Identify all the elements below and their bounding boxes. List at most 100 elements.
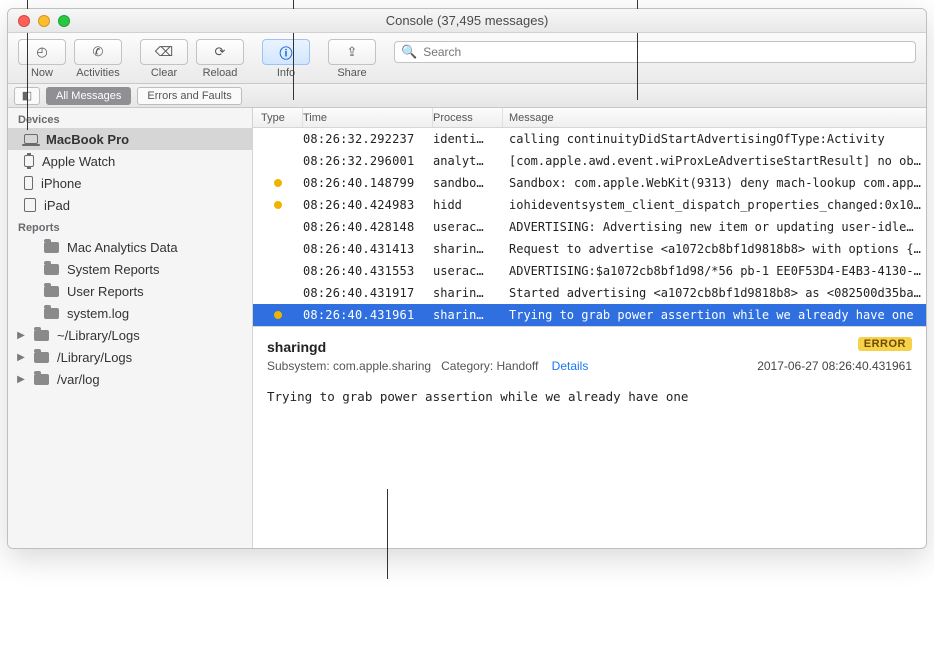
row-time: 08:26:32.292237 (303, 132, 433, 146)
row-process: userac… (433, 220, 503, 234)
details-link[interactable]: Details (552, 359, 589, 373)
row-time: 08:26:40.431917 (303, 286, 433, 300)
row-message: ADVERTISING:$a1072cb8bf1d98/*56 pb-1 EE0… (503, 264, 926, 278)
activities-icon: ✆ (93, 44, 104, 60)
device-label: Apple Watch (42, 154, 115, 169)
report-label: /var/log (57, 372, 100, 387)
row-process: sandbo… (433, 176, 503, 190)
row-process: identi… (433, 132, 503, 146)
now-button[interactable]: ◴ Now (18, 39, 66, 79)
fault-dot-icon (274, 201, 282, 209)
laptop-icon (24, 134, 38, 144)
sidebar-device-watch[interactable]: Apple Watch (8, 150, 252, 172)
fault-dot-icon (274, 311, 282, 319)
row-message: Request to advertise <a1072cb8bf1d9818b8… (503, 242, 926, 256)
clear-icon: ⌫ (155, 44, 173, 60)
row-message: calling continuityDidStartAdvertisingOfT… (503, 132, 926, 146)
row-message: Trying to grab power assertion while we … (503, 308, 926, 322)
disclosure-icon[interactable]: ▶ (16, 352, 26, 363)
reload-icon: ⟳ (215, 44, 226, 60)
folder-icon (44, 264, 59, 275)
report-label: User Reports (67, 284, 144, 299)
row-message: ADVERTISING: Advertising new item or upd… (503, 220, 926, 234)
log-row[interactable]: 08:26:40.428148userac…ADVERTISING: Adver… (253, 216, 926, 238)
filter-bar: ◧ All Messages Errors and Faults (8, 84, 926, 108)
activities-label: Activities (76, 67, 119, 79)
info-button[interactable]: ⓘ Info (262, 39, 310, 79)
row-process: sharin… (433, 242, 503, 256)
console-window: Console (37,495 messages) ◴ Now ✆ Activi… (7, 8, 927, 549)
log-row[interactable]: 08:26:40.431413sharin…Request to adverti… (253, 238, 926, 260)
row-message: iohideventsystem_client_dispatch_propert… (503, 198, 926, 212)
clock-icon: ◴ (36, 44, 47, 60)
row-message: Sandbox: com.apple.WebKit(9313) deny mac… (503, 176, 926, 190)
phone-icon (24, 176, 33, 190)
row-time: 08:26:32.296001 (303, 154, 433, 168)
row-process: sharin… (433, 286, 503, 300)
device-label: iPad (44, 198, 70, 213)
report-label: System Reports (67, 262, 159, 277)
window-title: Console (37,495 messages) (8, 13, 926, 28)
log-rows: 08:26:32.292237identi…calling continuity… (253, 128, 926, 326)
sidebar-report-system[interactable]: System Reports (8, 258, 252, 280)
share-button[interactable]: ⇪ Share (328, 39, 376, 79)
folder-icon (44, 242, 59, 253)
activities-button[interactable]: ✆ Activities (74, 39, 122, 79)
category-key: Category: (441, 359, 493, 373)
now-label: Now (31, 67, 53, 79)
sidebar-report-lib[interactable]: ▶ /Library/Logs (8, 346, 252, 368)
col-process[interactable]: Process (433, 108, 503, 127)
search-field[interactable]: 🔍 (394, 41, 916, 63)
search-input[interactable] (423, 45, 909, 59)
sidebar-device-ipad[interactable]: iPad (8, 194, 252, 216)
row-message: Started advertising <a1072cb8bf1d9818b8>… (503, 286, 926, 300)
category-value: Handoff (497, 359, 539, 373)
report-label: Mac Analytics Data (67, 240, 178, 255)
log-row[interactable]: 08:26:40.431961sharin…Trying to grab pow… (253, 304, 926, 326)
device-label: MacBook Pro (46, 132, 129, 147)
clear-button[interactable]: ⌫ Clear (140, 39, 188, 79)
row-time: 08:26:40.431413 (303, 242, 433, 256)
reload-button[interactable]: ⟳ Reload (196, 39, 244, 79)
report-label: ~/Library/Logs (57, 328, 140, 343)
sidebar-device-iphone[interactable]: iPhone (8, 172, 252, 194)
detail-process: sharingd (267, 339, 912, 355)
log-panel: Type Time Process Message 08:26:32.29223… (253, 108, 926, 548)
subsystem-key: Subsystem: (267, 359, 330, 373)
report-label: /Library/Logs (57, 350, 132, 365)
disclosure-icon[interactable]: ▶ (16, 330, 26, 341)
col-message[interactable]: Message (503, 108, 926, 127)
col-time[interactable]: Time (303, 108, 433, 127)
folder-icon (34, 374, 49, 385)
sidebar-report-userlib[interactable]: ▶ ~/Library/Logs (8, 324, 252, 346)
info-icon: ⓘ (279, 43, 292, 62)
filter-errors-faults[interactable]: Errors and Faults (137, 87, 241, 105)
log-row[interactable]: 08:26:40.431917sharin…Started advertisin… (253, 282, 926, 304)
sidebar: Devices MacBook Pro Apple Watch iPhone i… (8, 108, 253, 548)
filter-all-messages[interactable]: All Messages (46, 87, 131, 105)
row-time: 08:26:40.148799 (303, 176, 433, 190)
sidebar-report-mac-analytics[interactable]: Mac Analytics Data (8, 236, 252, 258)
sidebar-device-macbook[interactable]: MacBook Pro (8, 128, 252, 150)
log-row[interactable]: 08:26:40.424983hiddiohideventsystem_clie… (253, 194, 926, 216)
reports-header: Reports (8, 216, 252, 236)
row-process: hidd (433, 198, 503, 212)
log-row[interactable]: 08:26:32.292237identi…calling continuity… (253, 128, 926, 150)
sidebar-report-varlog[interactable]: ▶ /var/log (8, 368, 252, 390)
watch-icon (24, 155, 34, 167)
col-type[interactable]: Type (253, 108, 303, 127)
toolbar: ◴ Now ✆ Activities ⌫ Clear ⟳ Reload (8, 33, 926, 84)
row-time: 08:26:40.424983 (303, 198, 433, 212)
sidebar-report-user[interactable]: User Reports (8, 280, 252, 302)
log-row[interactable]: 08:26:40.148799sandbo…Sandbox: com.apple… (253, 172, 926, 194)
log-row[interactable]: 08:26:32.296001analyt…[com.apple.awd.eve… (253, 150, 926, 172)
detail-pane: ERROR 2017-06-27 08:26:40.431961 sharing… (253, 326, 926, 420)
row-message: [com.apple.awd.event.wiProxLeAdvertiseSt… (503, 154, 926, 168)
share-label: Share (337, 67, 366, 79)
sidebar-report-systemlog[interactable]: system.log (8, 302, 252, 324)
error-badge: ERROR (858, 337, 912, 351)
log-row[interactable]: 08:26:40.431553userac…ADVERTISING:$a1072… (253, 260, 926, 282)
log-columns: Type Time Process Message (253, 108, 926, 128)
disclosure-icon[interactable]: ▶ (16, 374, 26, 385)
row-time: 08:26:40.428148 (303, 220, 433, 234)
